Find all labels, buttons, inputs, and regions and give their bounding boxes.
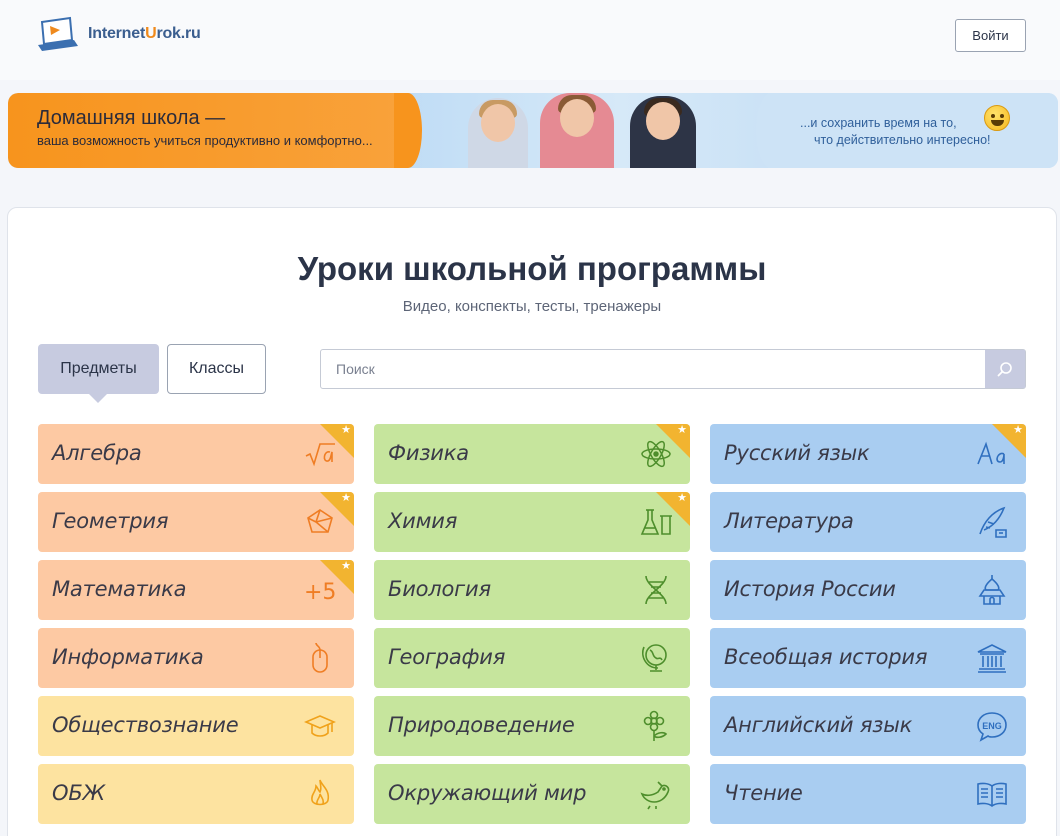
search-button[interactable]: [985, 350, 1025, 388]
bird-icon: [640, 781, 670, 810]
kid-boy-figure: [540, 93, 614, 168]
subject-label: Природоведение: [388, 713, 575, 737]
book-icon: [977, 782, 1007, 807]
banner-kids-photo: [398, 93, 768, 168]
banner-title: Домашняя школа —: [37, 107, 226, 129]
subject-label: География: [388, 645, 506, 669]
subject-geography[interactable]: География: [374, 628, 690, 688]
subject-algebra[interactable]: Алгебра ★: [38, 424, 354, 484]
laptop-logo-icon: [38, 16, 78, 51]
cathedral-icon: [978, 575, 1006, 605]
banner-right-line1: ...и сохранить время на то,: [800, 116, 957, 130]
subject-world-history[interactable]: Всеобщая история: [710, 628, 1026, 688]
subject-label: ОБЖ: [52, 781, 105, 805]
flower-icon: [643, 710, 668, 741]
subject-label: Литература: [724, 509, 854, 533]
subject-label: Алгебра: [52, 441, 142, 465]
eng-text: ENG: [982, 721, 1002, 731]
star-icon: ★: [677, 492, 687, 504]
star-icon: ★: [1013, 424, 1023, 436]
star-icon: ★: [341, 560, 351, 572]
subject-label: Чтение: [724, 781, 803, 805]
speech-bubble-tip: [756, 121, 766, 137]
subject-label: Английский язык: [724, 713, 913, 737]
subject-literature[interactable]: Литература: [710, 492, 1026, 552]
quill-icon: [979, 506, 1007, 538]
search-icon: [997, 362, 1012, 377]
banner-subtitle: ваша возможность учиться продуктивно и к…: [37, 133, 373, 148]
subject-world-around[interactable]: Окружающий мир: [374, 764, 690, 824]
subject-label: Русский язык: [724, 441, 870, 465]
subject-english[interactable]: Английский язык ENG: [710, 696, 1026, 756]
subject-informatics[interactable]: Информатика: [38, 628, 354, 688]
subject-label: Математика: [52, 577, 187, 601]
subject-label: Всеобщая история: [724, 645, 928, 669]
subject-label: Информатика: [52, 645, 204, 669]
subject-history-russia[interactable]: История России: [710, 560, 1026, 620]
banner-orange-panel: Домашняя школа — ваша возможность учитьс…: [8, 93, 422, 168]
subject-label: Физика: [388, 441, 469, 465]
dna-icon: [645, 575, 667, 605]
search-input[interactable]: [321, 350, 987, 388]
graduation-cap-icon: [304, 715, 336, 737]
tab-classes[interactable]: Классы: [167, 344, 266, 394]
subject-label: Окружающий мир: [388, 781, 587, 805]
subject-nature-studies[interactable]: Природоведение: [374, 696, 690, 756]
subject-label: Геометрия: [52, 509, 169, 533]
kid-musician-figure: [630, 96, 696, 168]
star-icon: ★: [341, 492, 351, 504]
site-header: InternetUrok.ru Войти: [0, 0, 1060, 80]
eng-bubble-icon: ENG: [977, 712, 1007, 742]
subject-reading[interactable]: Чтение: [710, 764, 1026, 824]
temple-icon: [977, 644, 1007, 673]
subject-russian[interactable]: Русский язык ★: [710, 424, 1026, 484]
subject-social-studies[interactable]: Обществознание: [38, 696, 354, 756]
subject-label: История России: [724, 577, 896, 601]
logo-text: InternetUrok.ru: [88, 25, 201, 42]
search-box: [320, 349, 1026, 389]
banner-right-line2: что действительно интересно!: [814, 133, 991, 147]
subject-geometry[interactable]: Геометрия ★: [38, 492, 354, 552]
tab-subjects[interactable]: Предметы: [38, 344, 159, 403]
subject-label: Химия: [388, 509, 458, 533]
subject-physics[interactable]: Физика ★: [374, 424, 690, 484]
banner-blue-panel: [756, 93, 1058, 168]
kid-girl-figure: [468, 98, 528, 168]
subject-label: Обществознание: [52, 713, 239, 737]
page-title: Уроки школьной программы: [297, 250, 767, 287]
subject-label: Биология: [388, 577, 491, 601]
promo-banner[interactable]: Домашняя школа — ваша возможность учитьс…: [8, 93, 1058, 168]
page-subtitle: Видео, конспекты, тесты, тренажеры: [402, 298, 662, 315]
star-icon: ★: [341, 424, 351, 436]
site-logo[interactable]: InternetUrok.ru: [36, 16, 201, 52]
subject-chemistry[interactable]: Химия ★: [374, 492, 690, 552]
fire-icon: [311, 779, 330, 806]
subject-obzh[interactable]: ОБЖ: [38, 764, 354, 824]
star-icon: ★: [677, 424, 687, 436]
subject-biology[interactable]: Биология: [374, 560, 690, 620]
mouse-icon: [312, 642, 328, 673]
smiley-icon: [984, 105, 1010, 131]
subject-math[interactable]: Математика +5 ★: [38, 560, 354, 620]
globe-icon: [642, 644, 667, 672]
login-button[interactable]: Войти: [955, 19, 1026, 52]
